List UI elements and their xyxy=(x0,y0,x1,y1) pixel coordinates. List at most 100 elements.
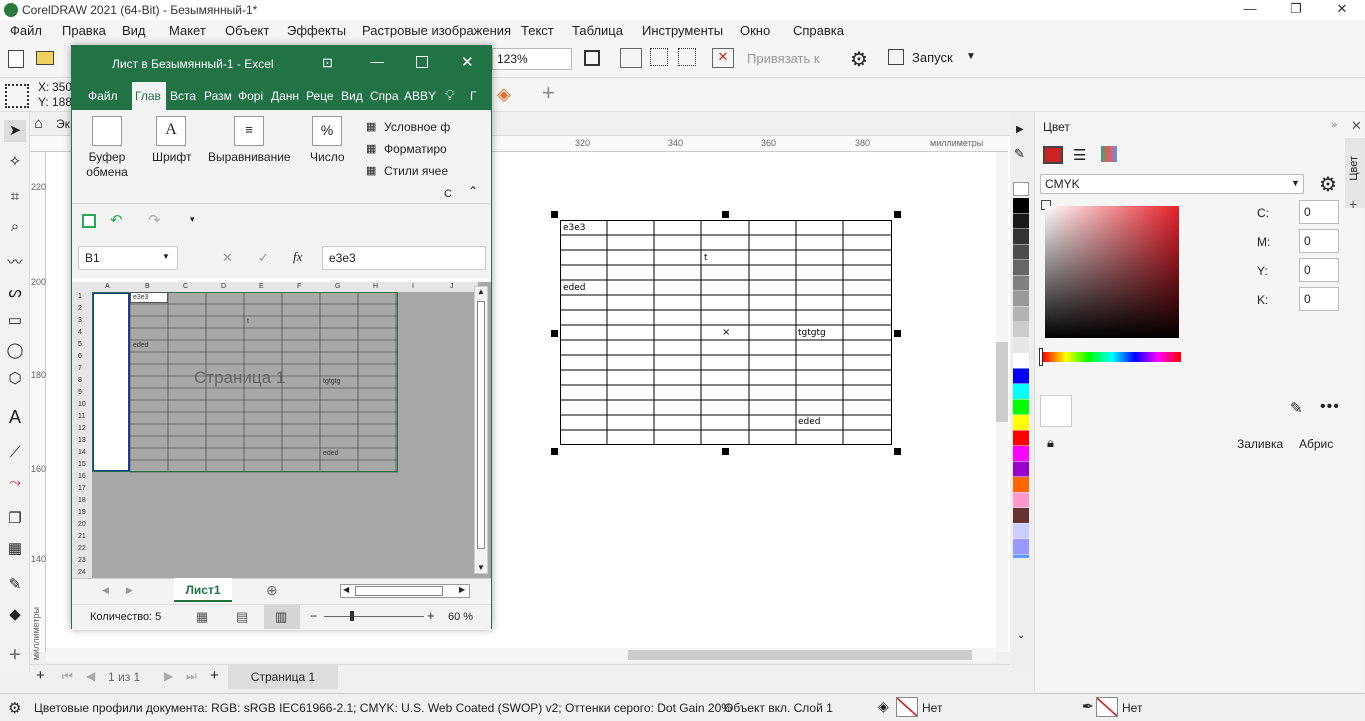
color-palettes-icon[interactable] xyxy=(1101,146,1117,162)
confirm-entry-icon[interactable]: ✓ xyxy=(258,250,269,266)
zoom-level-select[interactable]: 123% xyxy=(492,48,572,70)
menu-table[interactable]: Таблица xyxy=(572,23,623,38)
add-page-after-icon[interactable]: + xyxy=(210,667,219,684)
rectangle-tool-icon[interactable]: ▭ xyxy=(4,310,26,332)
excel-vertical-scrollbar[interactable]: ▲ ▼ xyxy=(474,286,488,574)
tab-more[interactable]: Г xyxy=(470,89,477,103)
zoom-out-icon[interactable]: − xyxy=(310,609,317,623)
snap-to-dropdown[interactable]: Привязать к xyxy=(747,51,820,66)
restore-button[interactable]: ❐ xyxy=(1273,0,1319,20)
color-sliders-icon[interactable]: ☰ xyxy=(1073,146,1086,164)
zoom-tool-icon[interactable]: ⌕ xyxy=(4,216,26,238)
palette-swatch[interactable] xyxy=(1013,353,1029,368)
selection-handle[interactable] xyxy=(551,330,558,337)
menu-object[interactable]: Объект xyxy=(225,23,269,38)
table-object[interactable]: e3e3 t eded × tgtgtg eded xyxy=(560,220,892,446)
customize-qat-icon[interactable]: ▾ xyxy=(190,214,195,225)
last-page-icon[interactable]: ⏭ xyxy=(186,669,197,684)
yellow-field[interactable]: 0 xyxy=(1299,258,1339,282)
palette-swatch[interactable] xyxy=(1013,508,1029,523)
hue-slider-handle[interactable] xyxy=(1039,348,1043,366)
selection-handle[interactable] xyxy=(551,211,558,218)
column-header[interactable]: G xyxy=(335,283,340,290)
formula-input[interactable]: e3e3 xyxy=(322,246,486,270)
row-header[interactable]: 19 xyxy=(78,509,86,516)
palette-swatch[interactable] xyxy=(1013,554,1029,559)
palette-swatch[interactable] xyxy=(1013,430,1029,446)
menu-help[interactable]: Справка xyxy=(793,23,844,38)
selection-handle[interactable] xyxy=(894,330,901,337)
zoom-to-page-icon[interactable] xyxy=(584,50,600,66)
cell-g14[interactable]: eded xyxy=(323,450,339,457)
tab-file[interactable]: Файл xyxy=(88,89,118,103)
palette-swatch[interactable] xyxy=(1013,415,1029,430)
column-header[interactable]: F xyxy=(297,283,301,290)
prev-page-icon[interactable]: ◀ xyxy=(86,669,95,683)
scrollbar-thumb[interactable] xyxy=(628,650,972,660)
clipboard-icon[interactable] xyxy=(92,116,122,146)
drop-shadow-icon[interactable]: ❐ xyxy=(4,508,26,530)
row-header[interactable]: 8 xyxy=(78,377,82,384)
text-tool-icon[interactable]: A xyxy=(4,406,26,428)
palette-swatch[interactable] xyxy=(1013,477,1029,492)
palette-swatch[interactable] xyxy=(1013,306,1029,322)
column-header[interactable]: D xyxy=(221,283,226,290)
palette-scroll-up-icon[interactable]: ▶ xyxy=(1016,124,1024,135)
color-model-select[interactable]: CMYK xyxy=(1040,174,1304,194)
ribbon-display-icon[interactable]: ⊡ xyxy=(322,55,333,71)
add-tab-icon[interactable]: + xyxy=(542,80,555,106)
tab-abbyy[interactable]: ABBY xyxy=(404,89,436,103)
artistic-media-icon[interactable]: ᔕ xyxy=(4,282,26,304)
tab-insert[interactable]: Вста xyxy=(170,89,196,103)
row-header[interactable]: 5 xyxy=(78,341,82,348)
palette-swatch[interactable] xyxy=(1013,492,1029,508)
fill-button[interactable]: Заливка xyxy=(1237,437,1283,451)
tab-formulas[interactable]: Форі xyxy=(238,89,263,103)
prev-sheet-icon[interactable]: ◀ xyxy=(102,585,109,596)
connector-tool-icon[interactable]: ⟋ xyxy=(4,442,26,464)
color-settings-gear-icon[interactable]: ⚙ xyxy=(8,699,21,717)
transparency-tool-icon[interactable]: ▦ xyxy=(4,538,26,560)
conditional-formatting-button[interactable]: Условное ф xyxy=(384,120,450,134)
fill-none-swatch[interactable] xyxy=(896,697,918,717)
page-layout-view-icon[interactable]: ▤ xyxy=(236,609,248,625)
document-color-profiles[interactable]: Цветовые профили документа: RGB: sRGB IE… xyxy=(34,701,732,715)
percent-icon[interactable]: % xyxy=(312,116,342,146)
eyedropper-tool-icon[interactable]: ✎ xyxy=(4,574,26,596)
next-sheet-icon[interactable]: ▶ xyxy=(126,585,133,596)
cell-b1[interactable]: e3e3 xyxy=(133,294,149,301)
sheet-tab-1[interactable]: Лист1 xyxy=(174,578,232,602)
format-as-table-button[interactable]: Форматиро xyxy=(384,142,447,156)
interactive-fill-icon[interactable]: ◆ xyxy=(4,604,26,626)
cancel-entry-icon[interactable]: ✕ xyxy=(222,250,233,266)
black-field[interactable]: 0 xyxy=(1299,287,1339,311)
excel-maximize-button[interactable] xyxy=(416,56,428,68)
row-header[interactable]: 22 xyxy=(78,545,86,552)
snap-off-icon[interactable]: ✕ xyxy=(712,48,734,68)
docker-close-icon[interactable]: ✕ xyxy=(1351,118,1362,134)
row-header[interactable]: 17 xyxy=(78,485,86,492)
row-header[interactable]: 12 xyxy=(78,425,86,432)
menu-window[interactable]: Окно xyxy=(740,23,770,38)
eyedropper-icon[interactable]: ✎ xyxy=(1014,146,1025,162)
number-group[interactable]: Число xyxy=(310,150,345,164)
show-grid-icon[interactable] xyxy=(650,48,668,66)
zoom-slider[interactable] xyxy=(324,616,424,617)
save-icon[interactable] xyxy=(82,214,96,228)
row-header[interactable]: 11 xyxy=(78,413,85,420)
palette-swatch[interactable] xyxy=(1013,229,1029,244)
palette-swatch[interactable] xyxy=(1013,446,1029,461)
collapse-ribbon-icon[interactable]: ⌃ xyxy=(468,184,478,198)
menu-tools[interactable]: Инструменты xyxy=(642,23,723,38)
menu-file[interactable]: Файл xyxy=(10,23,42,38)
column-header[interactable]: I xyxy=(412,283,414,290)
no-color-swatch[interactable] xyxy=(1013,182,1029,196)
column-header[interactable]: C xyxy=(183,283,188,290)
normal-view-icon[interactable]: ▦ xyxy=(196,609,208,625)
tell-me-bulb-icon[interactable]: 💡︎ xyxy=(445,87,455,104)
palette-swatch[interactable] xyxy=(1013,384,1029,399)
menu-effects[interactable]: Эффекты xyxy=(287,23,346,38)
open-folder-icon[interactable] xyxy=(36,51,54,65)
scroll-down-icon[interactable]: ▼ xyxy=(477,563,485,572)
palette-swatches[interactable] xyxy=(1013,198,1033,558)
